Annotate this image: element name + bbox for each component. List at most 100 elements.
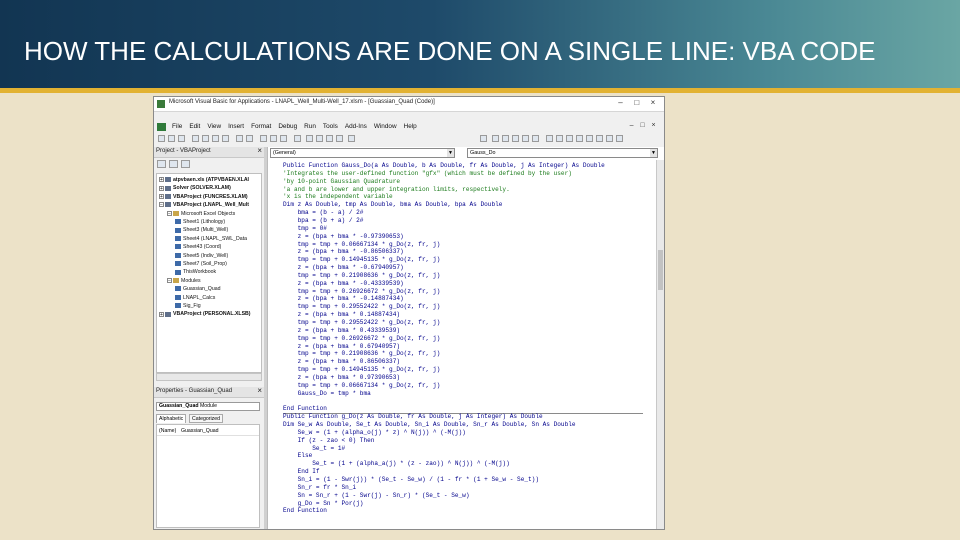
menu-item-debug[interactable]: Debug: [278, 123, 297, 130]
clear-bookmarks-icon[interactable]: [566, 135, 573, 142]
indent-icon[interactable]: [480, 135, 487, 142]
next-bookmark-icon[interactable]: [546, 135, 553, 142]
minimize-button[interactable]: –: [614, 98, 628, 107]
menu-item-edit[interactable]: Edit: [189, 123, 200, 130]
properties-icon[interactable]: [316, 135, 323, 142]
code-line: tmp = tmp + 0.14945135 * g_Do(z, fr, j): [283, 256, 441, 264]
project-panel-close-icon[interactable]: ×: [257, 146, 262, 155]
toggle-folders-icon[interactable]: [181, 160, 190, 168]
save-icon[interactable]: [178, 135, 185, 142]
menu-item-run[interactable]: Run: [304, 123, 316, 130]
tree-item[interactable]: LNAPL_Calcs: [175, 294, 215, 302]
run-icon[interactable]: [260, 135, 267, 142]
complete-word-icon[interactable]: [616, 135, 623, 142]
collapse-icon[interactable]: −: [159, 202, 164, 208]
reset-icon[interactable]: [280, 135, 287, 142]
tree-item[interactable]: + VBAProject (FUNCRES.XLAM): [159, 193, 248, 201]
menu-item-insert[interactable]: Insert: [228, 123, 244, 130]
chevron-down-icon[interactable]: ▼: [447, 149, 454, 157]
menu-bar: File Edit View Insert Format Debug Run Tools Add…: [154, 122, 664, 133]
tab-alphabetic[interactable]: Alphabetic: [156, 414, 187, 423]
redo-icon[interactable]: [246, 135, 253, 142]
expand-icon[interactable]: +: [159, 185, 164, 191]
find-icon[interactable]: [222, 135, 229, 142]
code-vertical-scrollbar[interactable]: [656, 160, 664, 529]
tree-item[interactable]: − VBAProject (LNAPL_Well_Mult: [159, 201, 249, 209]
tree-item[interactable]: Guassian_Quad: [175, 285, 221, 293]
view-object-icon[interactable]: [169, 160, 178, 168]
menu-item-add-ins[interactable]: Add-Ins: [345, 123, 367, 130]
tree-item[interactable]: Sheet43 (Coord): [175, 243, 221, 251]
scrollbar-thumb[interactable]: [658, 250, 663, 290]
expand-icon[interactable]: +: [159, 193, 164, 199]
excel-icon[interactable]: [157, 123, 166, 131]
tree-item[interactable]: Sheet1 (Lithology): [175, 218, 225, 226]
project-icon: [165, 177, 171, 183]
tree-item[interactable]: Sheet7 (Soil_Prop): [175, 260, 227, 268]
project-tree-scrollbar[interactable]: [156, 373, 262, 381]
menu-item-view[interactable]: View: [207, 123, 221, 130]
help-icon[interactable]: [348, 135, 355, 142]
insert-module-icon[interactable]: [168, 135, 175, 142]
code-editor[interactable]: Public Function Gauss_Do(a As Double, b …: [283, 162, 643, 529]
tree-item[interactable]: − Microsoft Excel Objects: [167, 210, 235, 218]
tree-item[interactable]: + VBAProject (PERSONAL.XLSB): [159, 310, 251, 318]
project-explorer-icon[interactable]: [306, 135, 313, 142]
collapse-icon[interactable]: −: [167, 277, 172, 283]
object-browser-icon[interactable]: [326, 135, 333, 142]
mdi-close-button[interactable]: ×: [649, 122, 658, 129]
excel-view-icon[interactable]: [158, 135, 165, 142]
undo-icon[interactable]: [236, 135, 243, 142]
module-icon: [175, 227, 181, 233]
menu-item-tools[interactable]: Tools: [323, 123, 338, 130]
paste-icon[interactable]: [212, 135, 219, 142]
toolbox-icon[interactable]: [336, 135, 343, 142]
list-properties-icon[interactable]: [576, 135, 583, 142]
close-button[interactable]: ×: [646, 98, 660, 107]
code-line: If (z - zao < 0) Then: [283, 436, 375, 444]
menu-item-window[interactable]: Window: [374, 123, 397, 130]
comment-block-icon[interactable]: [512, 135, 519, 142]
tab-categorized[interactable]: Categorized: [189, 414, 223, 423]
chevron-down-icon[interactable]: ▼: [650, 149, 657, 157]
property-row[interactable]: (Name) Guassian_Quad: [157, 427, 259, 436]
parameter-info-icon[interactable]: [606, 135, 613, 142]
tree-item[interactable]: Sheet3 (Multi_Well): [175, 226, 228, 234]
maximize-button[interactable]: □: [630, 98, 644, 107]
procedure-select[interactable]: Gauss_Do ▼: [467, 148, 658, 158]
properties-object-select[interactable]: Guassian_Quad Module: [156, 402, 260, 411]
copy-icon[interactable]: [202, 135, 209, 142]
property-value[interactable]: Guassian_Quad: [181, 427, 219, 435]
design-mode-icon[interactable]: [294, 135, 301, 142]
menu-item-format[interactable]: Format: [251, 123, 271, 130]
break-icon[interactable]: [270, 135, 277, 142]
tree-item[interactable]: + atpvbaen.xls (ATPVBAEN.XLAI: [159, 176, 249, 184]
view-code-icon[interactable]: [157, 160, 166, 168]
collapse-icon[interactable]: −: [167, 210, 172, 216]
tree-item[interactable]: Sheet5 (Indiv_Well): [175, 252, 228, 260]
tree-item[interactable]: Sheet4 (LNAPL_SWL_Data: [175, 235, 247, 243]
module-icon: [175, 219, 181, 225]
toggle-breakpoint-icon[interactable]: [502, 135, 509, 142]
code-line: Dim Se_w As Double, Se_t As Double, Sn_i…: [283, 421, 576, 429]
mdi-restore-button[interactable]: □: [638, 122, 647, 129]
tree-item-label: Sheet1 (Lithology): [183, 219, 226, 225]
tree-item[interactable]: Sig_Fig: [175, 302, 201, 310]
outdent-icon[interactable]: [492, 135, 499, 142]
toggle-bookmark-icon[interactable]: [532, 135, 539, 142]
cut-icon[interactable]: [192, 135, 199, 142]
object-select[interactable]: (General) ▼: [270, 148, 455, 158]
quick-info-icon[interactable]: [596, 135, 603, 142]
properties-panel-close-icon[interactable]: ×: [257, 386, 262, 395]
previous-bookmark-icon[interactable]: [556, 135, 563, 142]
mdi-minimize-button[interactable]: –: [627, 122, 636, 129]
uncomment-block-icon[interactable]: [522, 135, 529, 142]
list-constants-icon[interactable]: [586, 135, 593, 142]
menu-item-file[interactable]: File: [172, 123, 182, 130]
expand-icon[interactable]: +: [159, 311, 164, 317]
tree-item[interactable]: − Modules: [167, 277, 201, 285]
menu-item-help[interactable]: Help: [404, 123, 417, 130]
expand-icon[interactable]: +: [159, 177, 164, 183]
tree-item[interactable]: + Solver (SOLVER.XLAM): [159, 184, 231, 192]
tree-item[interactable]: ThisWorkbook: [175, 268, 216, 276]
